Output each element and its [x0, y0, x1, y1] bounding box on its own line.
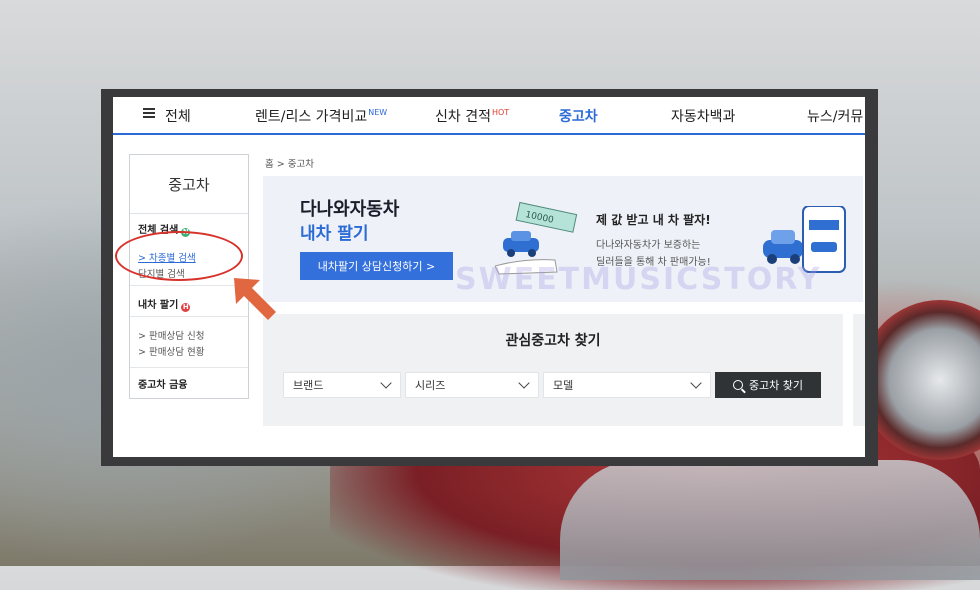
banner-subtitle: 내차 팔기	[300, 224, 369, 244]
screenshot-frame: 전체 렌트/리스 가격비교NEW 신차 견적HOT 중고차 자동차백과 뉴스/커…	[101, 89, 878, 466]
search-panel-edge	[853, 314, 865, 426]
sidebar-title: 중고차	[130, 155, 248, 214]
background-car-silver	[560, 460, 980, 580]
divider	[130, 367, 248, 368]
nav-rent-lease[interactable]: 렌트/리스 가격비교NEW	[255, 106, 387, 126]
brand-select-value: 브랜드	[293, 379, 324, 392]
sell-consult-button[interactable]: 내차팔기 상담신청하기 >	[300, 252, 453, 280]
model-select[interactable]: 모델	[543, 372, 711, 398]
nav-new-car-label: 신차 견적	[435, 109, 491, 125]
find-button-label: 중고차 찾기	[748, 379, 804, 392]
nav-encyclopedia[interactable]: 자동차백과	[671, 106, 735, 126]
banner-headline: 제 값 받고 내 차 팔자!	[596, 213, 711, 227]
nav-new-car[interactable]: 신차 견적HOT	[435, 106, 509, 126]
chevron-down-icon	[380, 377, 392, 389]
search-title: 관심중고차 찾기	[505, 333, 601, 349]
search-icon	[732, 380, 743, 390]
nav-news[interactable]: 뉴스/커뮤	[807, 106, 863, 126]
sidebar-section-finance[interactable]: 중고차 금융	[130, 376, 187, 391]
find-used-car-button[interactable]: 중고차 찾기	[715, 372, 821, 398]
brand-select[interactable]: 브랜드	[283, 372, 401, 398]
used-car-search-panel: 관심중고차 찾기 브랜드 시리즈 모델 중고차 찾기	[263, 314, 843, 426]
annotation-arrow-icon	[234, 278, 276, 320]
series-select-value: 시리즈	[415, 379, 446, 392]
sidebar-section-sell-car[interactable]: 내차 팔기 H	[130, 296, 191, 312]
chevron-down-icon	[690, 377, 702, 389]
banner-brand: 다나와자동차	[300, 199, 400, 220]
highlight-ellipse	[115, 231, 243, 281]
sidebar-link-consult-status[interactable]: > 판매상담 현황	[138, 344, 204, 358]
circle-h-icon: H	[181, 303, 191, 312]
section-label: 내차 팔기	[138, 300, 179, 311]
banner-description-line1: 다나와자동차가 보증하는	[596, 240, 701, 251]
chevron-down-icon	[518, 377, 530, 389]
nav-all[interactable]: 전체	[165, 106, 191, 126]
hot-badge: HOT	[491, 108, 510, 118]
menu-icon[interactable]	[143, 108, 155, 118]
series-select[interactable]: 시리즈	[405, 372, 539, 398]
nav-used-car[interactable]: 중고차	[559, 106, 598, 126]
sell-car-banner: 다나와자동차 내차 팔기 내차팔기 상담신청하기 > 10000 제 값 받고 …	[263, 176, 863, 302]
breadcrumb: 홈 > 중고차	[265, 159, 314, 170]
top-navigation: 전체 렌트/리스 가격비교NEW 신차 견적HOT 중고차 자동차백과 뉴스/커…	[113, 97, 865, 135]
watermark: SWEETMUSICSTORY	[455, 262, 822, 297]
nav-rent-label: 렌트/리스 가격비교	[255, 109, 368, 125]
sidebar-link-sale-consult[interactable]: > 판매상담 신청	[138, 328, 204, 342]
new-badge: NEW	[368, 108, 388, 118]
model-select-value: 모델	[553, 379, 574, 392]
